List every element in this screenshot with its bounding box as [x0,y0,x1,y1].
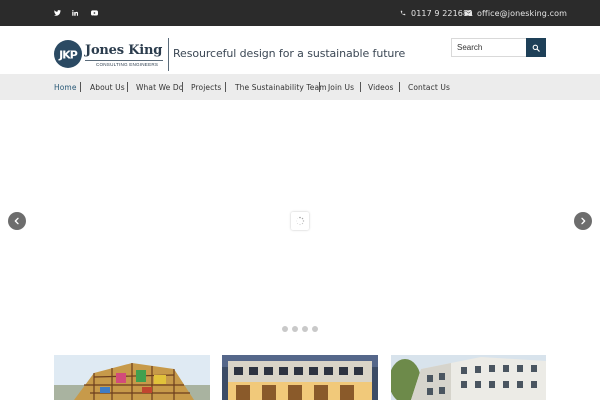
nav-sustainability-team[interactable]: The Sustainability Team [235,74,327,100]
main-nav: Home About Us What We Do Projects The Su… [0,74,600,100]
envelope-icon [465,10,472,16]
nav-separator [225,82,226,92]
search-input[interactable] [451,38,527,57]
project-thumbnail-3[interactable] [391,355,546,400]
nav-videos[interactable]: Videos [368,74,394,100]
chevron-right-icon [581,217,586,225]
logo-mark[interactable]: JKP [54,40,82,68]
hero-slider [0,100,600,345]
email-address: office@jonesking.com [477,8,567,18]
spinner-icon [296,216,305,226]
nav-separator [319,82,320,92]
project-thumbnail-2[interactable] [222,355,378,400]
slider-dot-1[interactable] [282,326,288,332]
slider-dot-3[interactable] [302,326,308,332]
nav-what-we-do[interactable]: What We Do [136,74,183,100]
nav-separator [399,82,400,92]
project-thumbnail-1[interactable] [54,355,210,400]
nav-contact-us[interactable]: Contact Us [408,74,450,100]
search-icon [532,44,540,52]
slider-dot-2[interactable] [292,326,298,332]
linkedin-icon[interactable] [68,0,82,26]
slider-prev-button[interactable] [8,212,26,230]
loading-spinner [291,212,309,230]
logo-rule [85,60,163,61]
nav-join-us[interactable]: Join Us [328,74,354,100]
nav-separator [80,82,81,92]
nav-projects[interactable]: Projects [191,74,221,100]
youtube-icon[interactable] [87,0,101,26]
nav-about-us[interactable]: About Us [90,74,125,100]
search-button[interactable] [526,38,546,57]
slider-next-button[interactable] [574,212,592,230]
twitter-icon[interactable] [50,0,64,26]
top-bar: 0117 9 221681 office@jonesking.com [0,0,600,26]
tagline: Resourceful design for a sustainable fut… [173,47,406,60]
phone-contact[interactable]: 0117 9 221681 [400,0,473,26]
logo-initials: JKP [58,49,78,62]
logo-divider [168,38,169,71]
chevron-left-icon [14,217,19,225]
nav-separator [127,82,128,92]
nav-home[interactable]: Home [54,74,77,100]
nav-separator [360,82,361,92]
phone-icon [400,10,406,16]
slider-dot-4[interactable] [312,326,318,332]
site-header: JKP Jones King CONSULTING ENGINEERS Reso… [0,26,600,74]
logo-subtitle: CONSULTING ENGINEERS [96,62,159,67]
logo-name[interactable]: Jones King [85,43,162,58]
nav-separator [182,82,183,92]
email-contact[interactable]: office@jonesking.com [465,0,567,26]
